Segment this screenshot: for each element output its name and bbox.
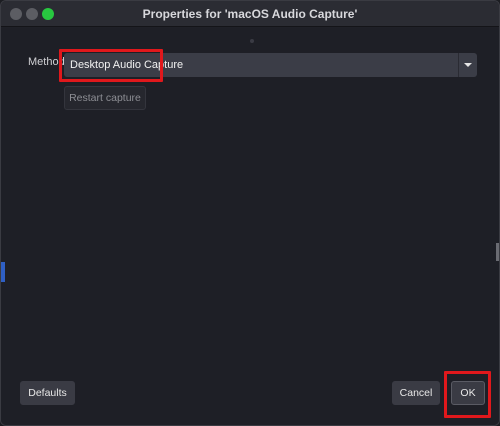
background-window-edge <box>1 262 5 282</box>
properties-dialog: Properties for 'macOS Audio Capture' Met… <box>0 0 500 426</box>
method-select-toggle[interactable] <box>458 53 477 77</box>
background-window-edge-right <box>496 243 499 261</box>
highlight-annotation-method <box>59 49 163 82</box>
dialog-content: Method Desktop Audio Capture Restart cap… <box>1 28 499 425</box>
title-bar: Properties for 'macOS Audio Capture' <box>1 1 499 27</box>
defaults-button[interactable]: Defaults <box>20 381 75 405</box>
drag-handle-icon <box>250 39 254 43</box>
restart-capture-button[interactable]: Restart capture <box>64 86 146 110</box>
highlight-annotation-ok <box>444 371 491 418</box>
cancel-button[interactable]: Cancel <box>392 381 440 405</box>
chevron-down-icon <box>464 63 472 67</box>
window-title: Properties for 'macOS Audio Capture' <box>142 7 358 21</box>
